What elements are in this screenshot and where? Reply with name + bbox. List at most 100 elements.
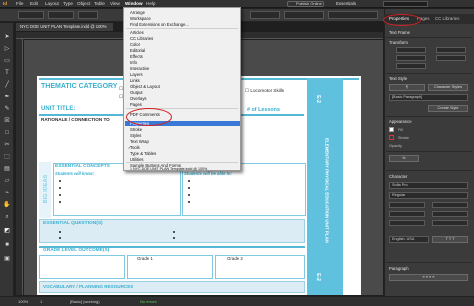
menu-type[interactable]: Type: [63, 1, 73, 6]
menu-item-pages[interactable]: Pages: [130, 102, 142, 107]
checkbox-locomotor[interactable]: ☐ Locomotor Skills: [245, 88, 284, 94]
fill-stroke-icon[interactable]: ◩: [3, 227, 11, 235]
menu-table[interactable]: Table: [94, 1, 105, 6]
rectangle-tool-icon[interactable]: □: [3, 129, 11, 137]
menu-item-type-tables[interactable]: Type & Tables: [130, 151, 156, 156]
font-family-select[interactable]: Sofia Pro: [389, 182, 468, 189]
eyedropper-tool-icon[interactable]: ⌁: [3, 189, 11, 197]
horizontal-scale-field[interactable]: [432, 220, 468, 226]
font-style-select[interactable]: Regular: [389, 192, 468, 199]
create-style-button[interactable]: Create Style: [428, 105, 468, 112]
menu-view[interactable]: View: [110, 1, 120, 6]
text-format-buttons[interactable]: T T T: [432, 236, 468, 243]
free-transform-tool-icon[interactable]: ⬚: [3, 153, 11, 161]
fill-swatch-icon[interactable]: [389, 127, 394, 132]
rectangle-frame-tool-icon[interactable]: ☒: [3, 117, 11, 125]
pencil-tool-icon[interactable]: ✎: [3, 105, 11, 113]
app-logo: Id: [3, 1, 8, 6]
paragraph-align-buttons[interactable]: ≡ ≡ ≡ ≡: [389, 274, 468, 281]
menu-item-tools[interactable]: Tools: [130, 145, 140, 150]
scissors-tool-icon[interactable]: ✂: [3, 141, 11, 149]
selection-tool-icon[interactable]: ➤: [3, 33, 11, 41]
direct-selection-tool-icon[interactable]: ▷: [3, 45, 11, 53]
menu-item-interactive[interactable]: Interactive: [130, 66, 149, 71]
menu-item-editorial[interactable]: Editorial: [130, 48, 145, 53]
panel-divider: [386, 151, 472, 152]
note-tool-icon[interactable]: ▱: [3, 177, 11, 185]
tab-cc-libraries[interactable]: CC Libraries: [435, 16, 459, 21]
apply-color-icon[interactable]: ■: [3, 241, 11, 249]
gradient-tool-icon[interactable]: ▤: [3, 165, 11, 173]
stroke-swatch-icon[interactable]: [389, 135, 394, 140]
preflight-status: No errors: [140, 299, 157, 304]
menu-edit[interactable]: Edit: [30, 1, 38, 6]
character-styles-button[interactable]: Character Styles: [428, 84, 468, 91]
menu-item-object-layout[interactable]: Object & Layout: [130, 84, 160, 89]
language-select[interactable]: English: USA: [389, 236, 429, 243]
line-tool-icon[interactable]: ╱: [3, 81, 11, 89]
menu-item-cc-libraries[interactable]: CC Libraries: [130, 36, 153, 41]
publish-online-button[interactable]: Publish Online: [287, 1, 324, 7]
menu-item-effects[interactable]: Effects: [130, 54, 143, 59]
menu-object[interactable]: Object: [77, 1, 90, 6]
zoom-tool-icon[interactable]: ⌕: [3, 213, 11, 221]
zoom-level[interactable]: 100%: [18, 299, 28, 304]
document-tab[interactable]: NYC DOE UNIT PLAN Template.indd @ 100%: [16, 23, 113, 31]
grade-1-frame[interactable]: [127, 255, 213, 279]
text-frame-heading: Text Frame: [389, 30, 410, 35]
screen-mode-icon[interactable]: ▣: [3, 255, 11, 263]
x-field[interactable]: [18, 11, 44, 19]
menu-item-layers[interactable]: Layers: [130, 72, 143, 77]
side-label-top: E-2: [314, 95, 321, 103]
menu-item-color[interactable]: Color: [130, 42, 140, 47]
side-label-bottom: E-2: [314, 273, 321, 281]
grade-2-frame[interactable]: [215, 255, 305, 279]
tracking-field[interactable]: [389, 211, 425, 217]
search-input[interactable]: [383, 1, 428, 7]
menu-item-workspace[interactable]: Workspace: [130, 16, 151, 21]
menu-item-stroke[interactable]: Stroke: [130, 127, 142, 132]
effects-field[interactable]: [284, 11, 324, 19]
transform-y-field[interactable]: [396, 55, 426, 61]
menu-file[interactable]: File: [16, 1, 23, 6]
transform-h-field[interactable]: [436, 55, 466, 61]
menu-item-overlays[interactable]: Overlays: [130, 96, 147, 101]
preflight-profile[interactable]: [Basic] (working): [70, 299, 100, 304]
kerning-field[interactable]: [432, 211, 468, 217]
leading-field[interactable]: [432, 202, 468, 208]
scale-field[interactable]: [78, 11, 98, 19]
menu-window[interactable]: Window: [125, 1, 143, 6]
menu-item-text-wrap[interactable]: Text Wrap: [130, 139, 149, 144]
type-tool-icon[interactable]: T: [3, 69, 11, 77]
page-number[interactable]: 1: [40, 299, 42, 304]
transform-x-field[interactable]: [396, 47, 426, 53]
transform-w-field[interactable]: [436, 47, 466, 53]
menu-item-articles[interactable]: Articles: [130, 30, 144, 35]
menu-item-arrange[interactable]: Arrange: [130, 10, 145, 15]
menu-help[interactable]: Help: [146, 1, 155, 6]
menu-item-styles[interactable]: Styles: [130, 133, 141, 138]
grade-k-frame[interactable]: [39, 255, 125, 279]
font-size-field[interactable]: [389, 202, 425, 208]
paragraph-style-select[interactable]: [Basic Paragraph]: [389, 94, 468, 101]
menu-item-info[interactable]: Info: [130, 60, 137, 65]
page-tool-icon[interactable]: ▭: [3, 57, 11, 65]
workspace-switcher[interactable]: Essentials: [336, 1, 356, 6]
stroke-field[interactable]: [250, 11, 280, 19]
style-field[interactable]: [328, 11, 378, 19]
menu-item-output[interactable]: Output: [130, 90, 143, 95]
paragraph-heading: Paragraph: [389, 266, 409, 271]
vertical-scale-field[interactable]: [389, 220, 425, 226]
menu-item-links[interactable]: Links: [130, 78, 140, 83]
w-field[interactable]: [48, 11, 74, 19]
paragraph-styles-button[interactable]: ¶: [389, 84, 425, 91]
transform-angle-field[interactable]: [396, 63, 426, 69]
menu-item-open-document[interactable]: 1 NYC DOE UNIT PLAN Template.indd @ 100%: [130, 167, 207, 171]
bullet: [59, 237, 61, 239]
lessons-label: # of Lessons: [247, 107, 280, 113]
pen-tool-icon[interactable]: ✒: [3, 93, 11, 101]
menu-layout[interactable]: Layout: [45, 1, 59, 6]
effects-button[interactable]: fx: [389, 155, 419, 162]
hand-tool-icon[interactable]: ✋: [3, 201, 11, 209]
menu-item-find-extensions[interactable]: Find Extensions on Exchange...: [130, 22, 189, 27]
